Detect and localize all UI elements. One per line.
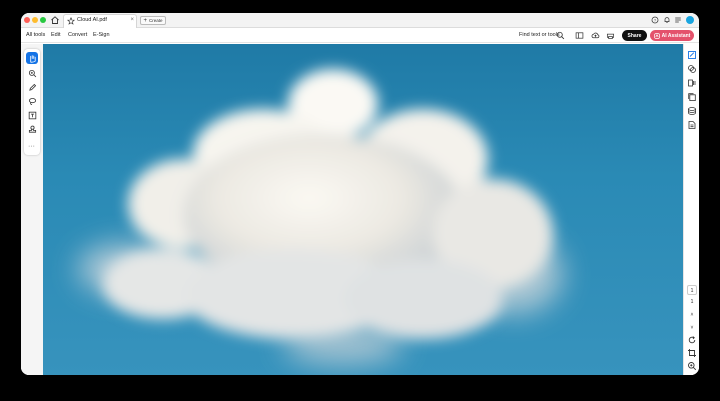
document-page — [43, 44, 683, 375]
page-number-input[interactable]: 1 — [687, 285, 697, 295]
share-label: Share — [627, 32, 642, 39]
create-label: Create — [149, 18, 163, 23]
stack-icon[interactable] — [687, 106, 697, 116]
page-down-button[interactable]: ˅ — [687, 323, 697, 333]
ai-assistant-label: AI Assistant — [661, 32, 691, 39]
pen-icon — [28, 83, 36, 91]
menu-all-tools[interactable]: All tools — [26, 32, 45, 38]
avatar[interactable] — [686, 16, 694, 24]
home-icon[interactable] — [50, 15, 60, 25]
pen-tool-button[interactable] — [26, 81, 38, 93]
hand-tool-button[interactable] — [26, 52, 38, 64]
pages-icon[interactable] — [687, 78, 697, 88]
print-icon[interactable] — [606, 31, 615, 40]
svg-text:?: ? — [654, 18, 657, 23]
apps-icon[interactable] — [674, 16, 682, 24]
menu-convert[interactable]: Convert — [68, 32, 87, 38]
zoom-tool-button[interactable] — [26, 67, 38, 79]
tab-document[interactable]: Cloud AI.pdf × — [63, 14, 137, 28]
menu-esign[interactable]: E-Sign — [93, 32, 110, 38]
zoom-tool-icon — [28, 69, 36, 77]
menu-edit[interactable]: Edit — [51, 32, 60, 38]
lasso-tool-button[interactable] — [26, 95, 38, 107]
copy-icon[interactable] — [687, 92, 697, 102]
plus-icon: + — [143, 17, 147, 24]
quick-tools: ··· — [24, 49, 40, 155]
text-box-icon — [28, 111, 36, 119]
page-up-button[interactable]: ˄ — [687, 310, 697, 320]
cloud-photo — [78, 69, 563, 364]
menu-bar: All tools Edit Convert E-Sign Find text … — [21, 28, 699, 43]
cloud-upload-icon[interactable] — [591, 31, 600, 40]
app-window: Cloud AI.pdf × + Create ? All tools Edit… — [21, 13, 699, 375]
left-toolbar: ··· — [21, 44, 43, 375]
zoom-in-icon[interactable] — [687, 361, 697, 371]
hand-icon — [29, 54, 36, 63]
star-icon[interactable] — [67, 17, 75, 25]
ai-icon — [653, 32, 660, 39]
close-window-button[interactable] — [24, 17, 30, 23]
comment-icon[interactable] — [687, 50, 697, 60]
more-tools-icon[interactable]: ··· — [28, 143, 35, 150]
stamp-tool-button[interactable] — [26, 123, 38, 135]
search-icon[interactable] — [556, 31, 565, 40]
crop-icon[interactable] — [687, 348, 697, 358]
page-total: 1 — [690, 299, 694, 305]
share-button[interactable]: Share — [622, 30, 647, 41]
create-button[interactable]: + Create — [140, 16, 166, 25]
text-box-tool-button[interactable] — [26, 109, 38, 121]
tab-title: Cloud AI.pdf — [77, 17, 107, 23]
rotate-icon[interactable] — [687, 335, 697, 345]
stamp-icon — [28, 125, 36, 133]
sidebar-toggle-icon[interactable] — [575, 31, 584, 40]
find-tools[interactable]: Find text or tools — [519, 32, 560, 38]
tab-bar: Cloud AI.pdf × + Create ? — [21, 13, 699, 28]
layers-icon[interactable] — [687, 64, 697, 74]
content-area: ··· 1 1 ˄ ˅ — [21, 44, 699, 375]
minimize-window-button[interactable] — [32, 17, 38, 23]
lasso-icon — [28, 97, 36, 105]
document-icon[interactable] — [687, 120, 697, 130]
bell-icon[interactable] — [663, 16, 671, 24]
ai-assistant-button[interactable]: AI Assistant — [650, 30, 694, 41]
help-icon[interactable]: ? — [651, 16, 659, 24]
right-toolbar: 1 1 ˄ ˅ — [683, 44, 699, 375]
close-tab-icon[interactable]: × — [130, 17, 134, 23]
maximize-window-button[interactable] — [40, 17, 46, 23]
